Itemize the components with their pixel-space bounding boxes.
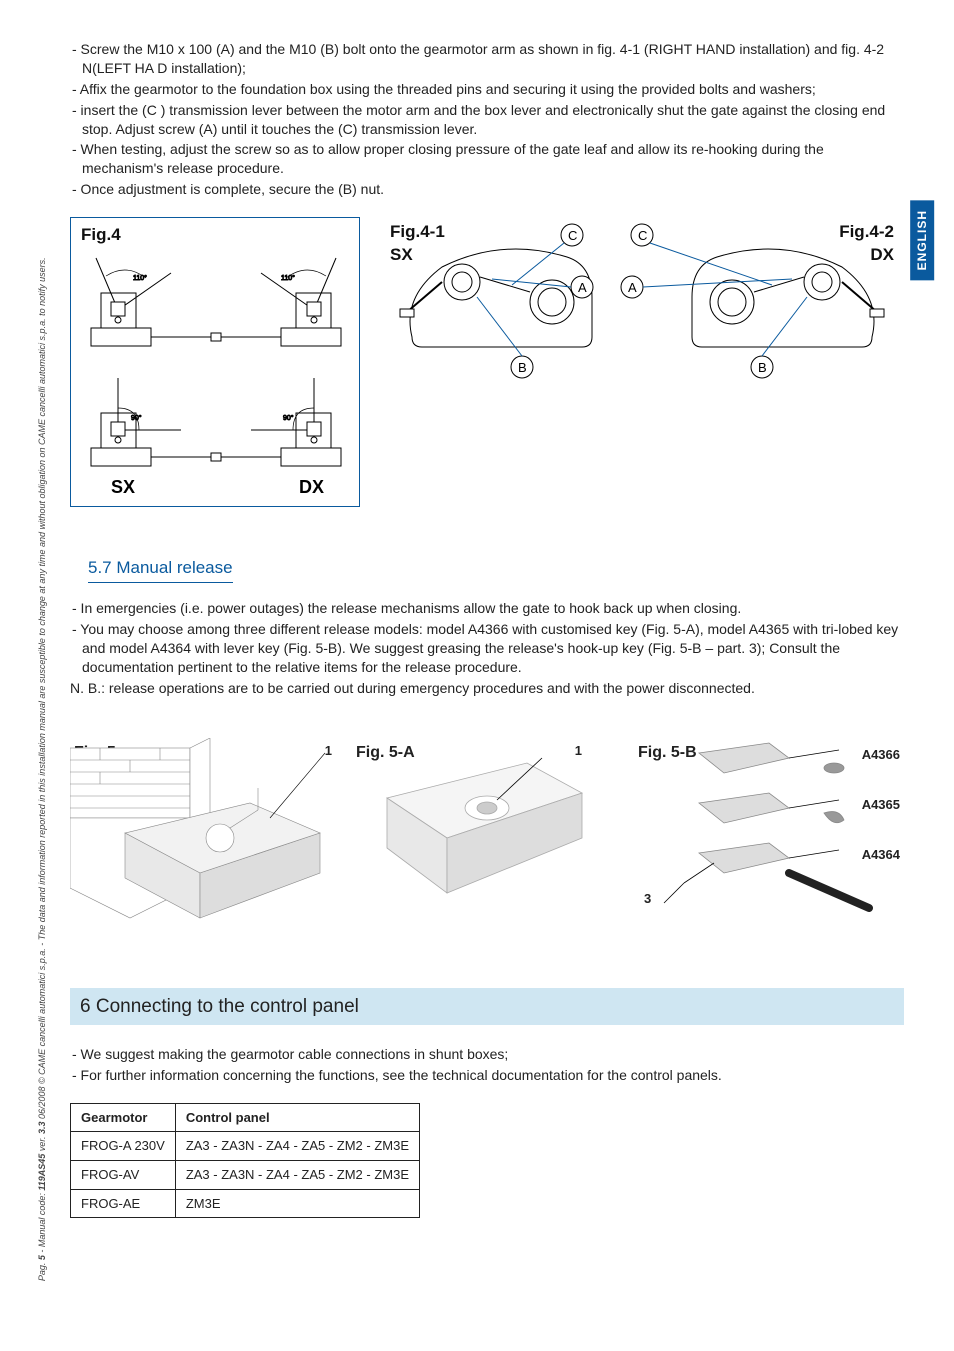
cell: FROG-A 230V — [71, 1132, 176, 1161]
svg-text:A: A — [578, 280, 587, 295]
text-item: - For further information concerning the… — [70, 1066, 904, 1085]
col-control-panel: Control panel — [175, 1103, 419, 1132]
table-header-row: Gearmotor Control panel — [71, 1103, 420, 1132]
cell: ZA3 - ZA3N - ZA4 - ZA5 - ZM2 - ZM3E — [175, 1132, 419, 1161]
svg-text:110°: 110° — [281, 274, 295, 282]
cell: FROG-AE — [71, 1189, 176, 1218]
figure-5-b: Fig. 5-B A4366 A4365 A4364 3 — [634, 738, 904, 938]
svg-text:B: B — [758, 360, 767, 375]
subsection-5-7-heading: 5.7 Manual release — [88, 557, 233, 583]
instr-item: - insert the (C ) transmission lever bet… — [70, 101, 904, 139]
svg-text:DX: DX — [299, 477, 324, 497]
cell: FROG-AV — [71, 1161, 176, 1190]
svg-text:90°: 90° — [131, 414, 142, 422]
figure-4: Fig.4 110° 110° — [70, 217, 360, 507]
table-row: FROG-AV ZA3 - ZA3N - ZA4 - ZA5 - ZM2 - Z… — [71, 1161, 420, 1190]
col-gearmotor: Gearmotor — [71, 1103, 176, 1132]
figure-4-2-label: Fig.4-2DX — [839, 221, 894, 267]
instr-item: - Once adjustment is complete, secure th… — [70, 180, 904, 199]
svg-text:B: B — [518, 360, 527, 375]
language-tab: ENGLISH — [910, 200, 934, 280]
svg-text:110°: 110° — [133, 274, 147, 282]
side-manual-code: Pag. 5 - Manual code: 119AS45 ver. 3.3 0… — [36, 81, 48, 1281]
cell: ZM3E — [175, 1189, 419, 1218]
nb-note: N. B.: release operations are to be carr… — [70, 679, 904, 698]
svg-text:A: A — [628, 280, 637, 295]
table-row: FROG-AE ZM3E — [71, 1189, 420, 1218]
instr-item: - Affix the gearmotor to the foundation … — [70, 80, 904, 99]
instr-item: - Screw the M10 x 100 (A) and the M10 (B… — [70, 40, 904, 78]
figure-5: Fig. 5 1 — [70, 738, 340, 938]
install-instructions: - Screw the M10 x 100 (A) and the M10 (B… — [70, 40, 904, 199]
figure-4-1-label: Fig.4-1SX — [390, 221, 445, 267]
subsection-5-7-text: - In emergencies (i.e. power outages) th… — [70, 599, 904, 697]
section-6-heading: 6 Connecting to the control panel — [70, 988, 904, 1026]
cell: ZA3 - ZA3N - ZA4 - ZA5 - ZM2 - ZM3E — [175, 1161, 419, 1190]
svg-text:SX: SX — [111, 477, 135, 497]
section-6-text: - We suggest making the gearmotor cable … — [70, 1045, 904, 1085]
control-panel-table: Gearmotor Control panel FROG-A 230V ZA3 … — [70, 1103, 420, 1218]
svg-text:C: C — [638, 228, 647, 243]
text-item: - You may choose among three different r… — [70, 620, 904, 677]
instr-item: - When testing, adjust the screw so as t… — [70, 140, 904, 178]
table-row: FROG-A 230V ZA3 - ZA3N - ZA4 - ZA5 - ZM2… — [71, 1132, 420, 1161]
figure-5-a: Fig. 5-A 1 — [352, 738, 622, 938]
svg-text:90°: 90° — [283, 414, 294, 422]
text-item: - We suggest making the gearmotor cable … — [70, 1045, 904, 1064]
figure-4-1-2: C A B C — [380, 217, 904, 397]
svg-text:C: C — [568, 228, 577, 243]
text-item: - In emergencies (i.e. power outages) th… — [70, 599, 904, 618]
